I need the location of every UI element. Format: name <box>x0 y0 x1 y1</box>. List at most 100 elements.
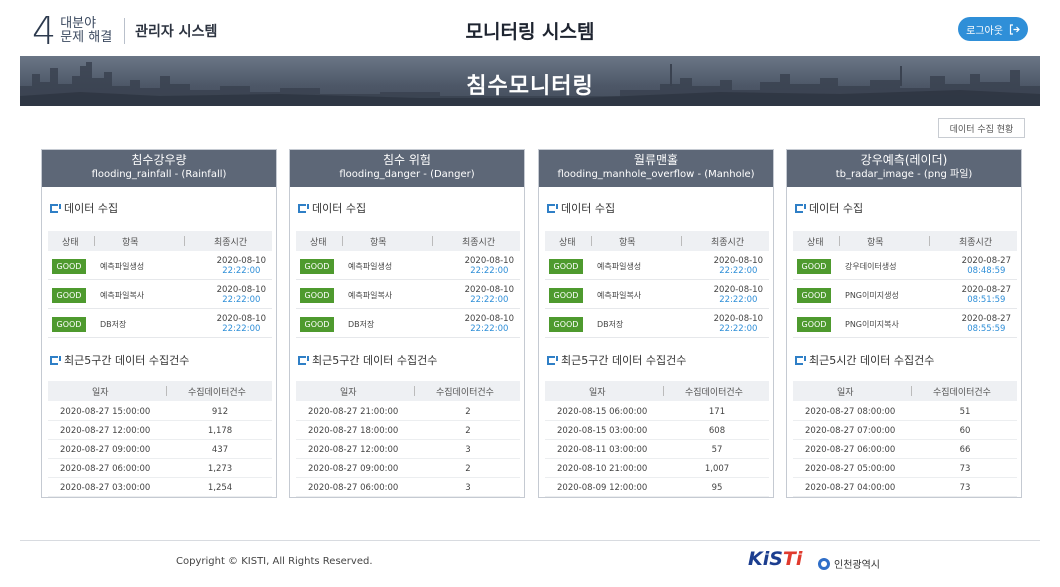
col-separator <box>681 236 682 246</box>
status-badge: GOOD <box>549 288 583 303</box>
count-date: 2020-08-27 12:00:00 <box>308 445 399 455</box>
last-time: 22:22:00 <box>222 295 261 305</box>
incheon-label: 인천광역시 <box>834 560 880 571</box>
count-date: 2020-08-27 07:00:00 <box>805 426 896 436</box>
count-date: 2020-08-15 03:00:00 <box>557 426 648 436</box>
col-status: 상태 <box>807 238 824 248</box>
card-header: 침수 위험 flooding_danger - (Danger) <box>290 150 524 187</box>
col-separator <box>166 386 167 396</box>
count-value: 57 <box>711 445 723 455</box>
count-row: 2020-08-10 21:00:00 1,007 <box>545 459 769 478</box>
data-collect-status-button[interactable]: 데이터 수집 현황 <box>938 118 1025 138</box>
count-date: 2020-08-09 12:00:00 <box>557 483 648 493</box>
status-badge: GOOD <box>300 317 334 332</box>
page-title: 모니터링 시스템 <box>465 21 595 43</box>
status-row: GOOD 예측파일복사 2020-08-10 22:22:00 <box>48 281 272 309</box>
count-date: 2020-08-27 05:00:00 <box>805 464 896 474</box>
status-item: 예측파일복사 <box>100 291 145 300</box>
last-time: 22:22:00 <box>470 324 509 334</box>
count-row: 2020-08-27 12:00:00 3 <box>296 440 520 459</box>
status-badge: GOOD <box>52 317 86 332</box>
status-item: 예측파일생성 <box>597 262 642 271</box>
card-title-kr: 월류맨홀 <box>633 153 679 167</box>
count-row: 2020-08-27 15:00:00 912 <box>48 402 272 421</box>
status-badge: GOOD <box>797 288 831 303</box>
status-badge: GOOD <box>549 259 583 274</box>
kisti-logo-k: KiS <box>748 548 783 570</box>
count-table-header: 일자 수집데이터건수 <box>48 381 272 401</box>
count-row: 2020-08-27 21:00:00 2 <box>296 402 520 421</box>
banner: 침수모니터링 <box>20 56 1040 106</box>
last-time: 22:22:00 <box>470 295 509 305</box>
status-item: PNG이미지복사 <box>845 320 899 329</box>
count-date: 2020-08-27 06:00:00 <box>805 445 896 455</box>
col-item: 항목 <box>370 238 387 248</box>
card-title-kr: 침수강우량 <box>131 153 187 167</box>
section-label: 데이터 수집 <box>561 202 616 215</box>
col-status: 상태 <box>559 238 576 248</box>
count-date: 2020-08-27 21:00:00 <box>308 407 399 417</box>
count-date: 2020-08-27 06:00:00 <box>60 464 151 474</box>
col-separator <box>591 236 592 246</box>
incheon-emblem-icon <box>818 557 830 570</box>
col-count: 수집데이터건수 <box>436 388 494 398</box>
status-badge: GOOD <box>52 259 86 274</box>
col-item: 항목 <box>867 238 884 248</box>
logout-button[interactable]: 로그아웃 <box>958 17 1028 41</box>
count-value: 60 <box>959 426 971 436</box>
count-value: 171 <box>708 407 726 417</box>
banner-title: 침수모니터링 <box>466 74 594 99</box>
incheon-logo[interactable]: 인천광역시 <box>818 556 880 571</box>
status-table-header: 상태 항목 최종시간 <box>793 231 1017 251</box>
card-header: 월류맨홀 flooding_manhole_overflow - (Manhol… <box>539 150 773 187</box>
section-bullet-icon <box>795 355 806 365</box>
status-last-time: 2020-08-27 08:51:59 <box>962 285 1011 305</box>
section-bullet-icon <box>547 355 558 365</box>
col-separator <box>432 236 433 246</box>
monitor-card: 월류맨홀 flooding_manhole_overflow - (Manhol… <box>538 149 774 498</box>
count-value: 608 <box>708 426 726 436</box>
monitor-card: 침수 위험 flooding_danger - (Danger) 데이터 수집 … <box>289 149 525 498</box>
last-time: 22:22:00 <box>719 266 758 276</box>
count-table-header: 일자 수집데이터건수 <box>296 381 520 401</box>
status-badge: GOOD <box>300 259 334 274</box>
status-last-time: 2020-08-10 22:22:00 <box>465 285 514 305</box>
count-row: 2020-08-27 06:00:00 1,273 <box>48 459 272 478</box>
card-title-kr: 침수 위험 <box>383 153 431 167</box>
status-item: 예측파일생성 <box>348 262 393 271</box>
last-time: 22:22:00 <box>719 324 758 334</box>
count-row: 2020-08-15 06:00:00 171 <box>545 402 769 421</box>
last-date: 2020-08-10 <box>216 256 266 266</box>
count-row: 2020-08-27 18:00:00 2 <box>296 421 520 440</box>
section-label: 최근5구간 데이터 수집건수 <box>64 354 190 367</box>
status-badge: GOOD <box>797 259 831 274</box>
col-count: 수집데이터건수 <box>933 388 991 398</box>
count-date: 2020-08-27 06:00:00 <box>308 483 399 493</box>
last-time: 22:22:00 <box>470 266 509 276</box>
col-last-time: 최종시간 <box>959 238 993 248</box>
col-status: 상태 <box>62 238 79 248</box>
count-row: 2020-08-27 12:00:00 1,178 <box>48 421 272 440</box>
count-row: 2020-08-27 09:00:00 2 <box>296 459 520 478</box>
status-row: GOOD 예측파일복사 2020-08-10 22:22:00 <box>296 281 520 309</box>
status-last-time: 2020-08-10 22:22:00 <box>217 314 266 334</box>
section-label: 데이터 수집 <box>312 202 367 215</box>
count-date: 2020-08-27 04:00:00 <box>805 483 896 493</box>
count-row: 2020-08-27 09:00:00 437 <box>48 440 272 459</box>
count-section-title: 최근5구간 데이터 수집건수 <box>50 352 189 368</box>
last-time: 08:55:59 <box>967 324 1006 334</box>
last-date: 2020-08-27 <box>961 285 1011 295</box>
kisti-logo[interactable]: KiSTi <box>748 548 802 570</box>
count-date: 2020-08-10 21:00:00 <box>557 464 648 474</box>
section-label: 최근5시간 데이터 수집건수 <box>809 354 935 367</box>
count-section-title: 최근5구간 데이터 수집건수 <box>547 352 686 368</box>
card-header: 강우예측(레이더) tb_radar_image - (png 파일) <box>787 150 1021 187</box>
col-date: 일자 <box>837 388 854 398</box>
count-table-header: 일자 수집데이터건수 <box>793 381 1017 401</box>
status-last-time: 2020-08-10 22:22:00 <box>217 256 266 276</box>
last-time: 08:48:59 <box>967 266 1006 276</box>
status-badge: GOOD <box>549 317 583 332</box>
section-bullet-icon <box>298 355 309 365</box>
count-value: 51 <box>959 407 971 417</box>
count-row: 2020-08-15 03:00:00 608 <box>545 421 769 440</box>
